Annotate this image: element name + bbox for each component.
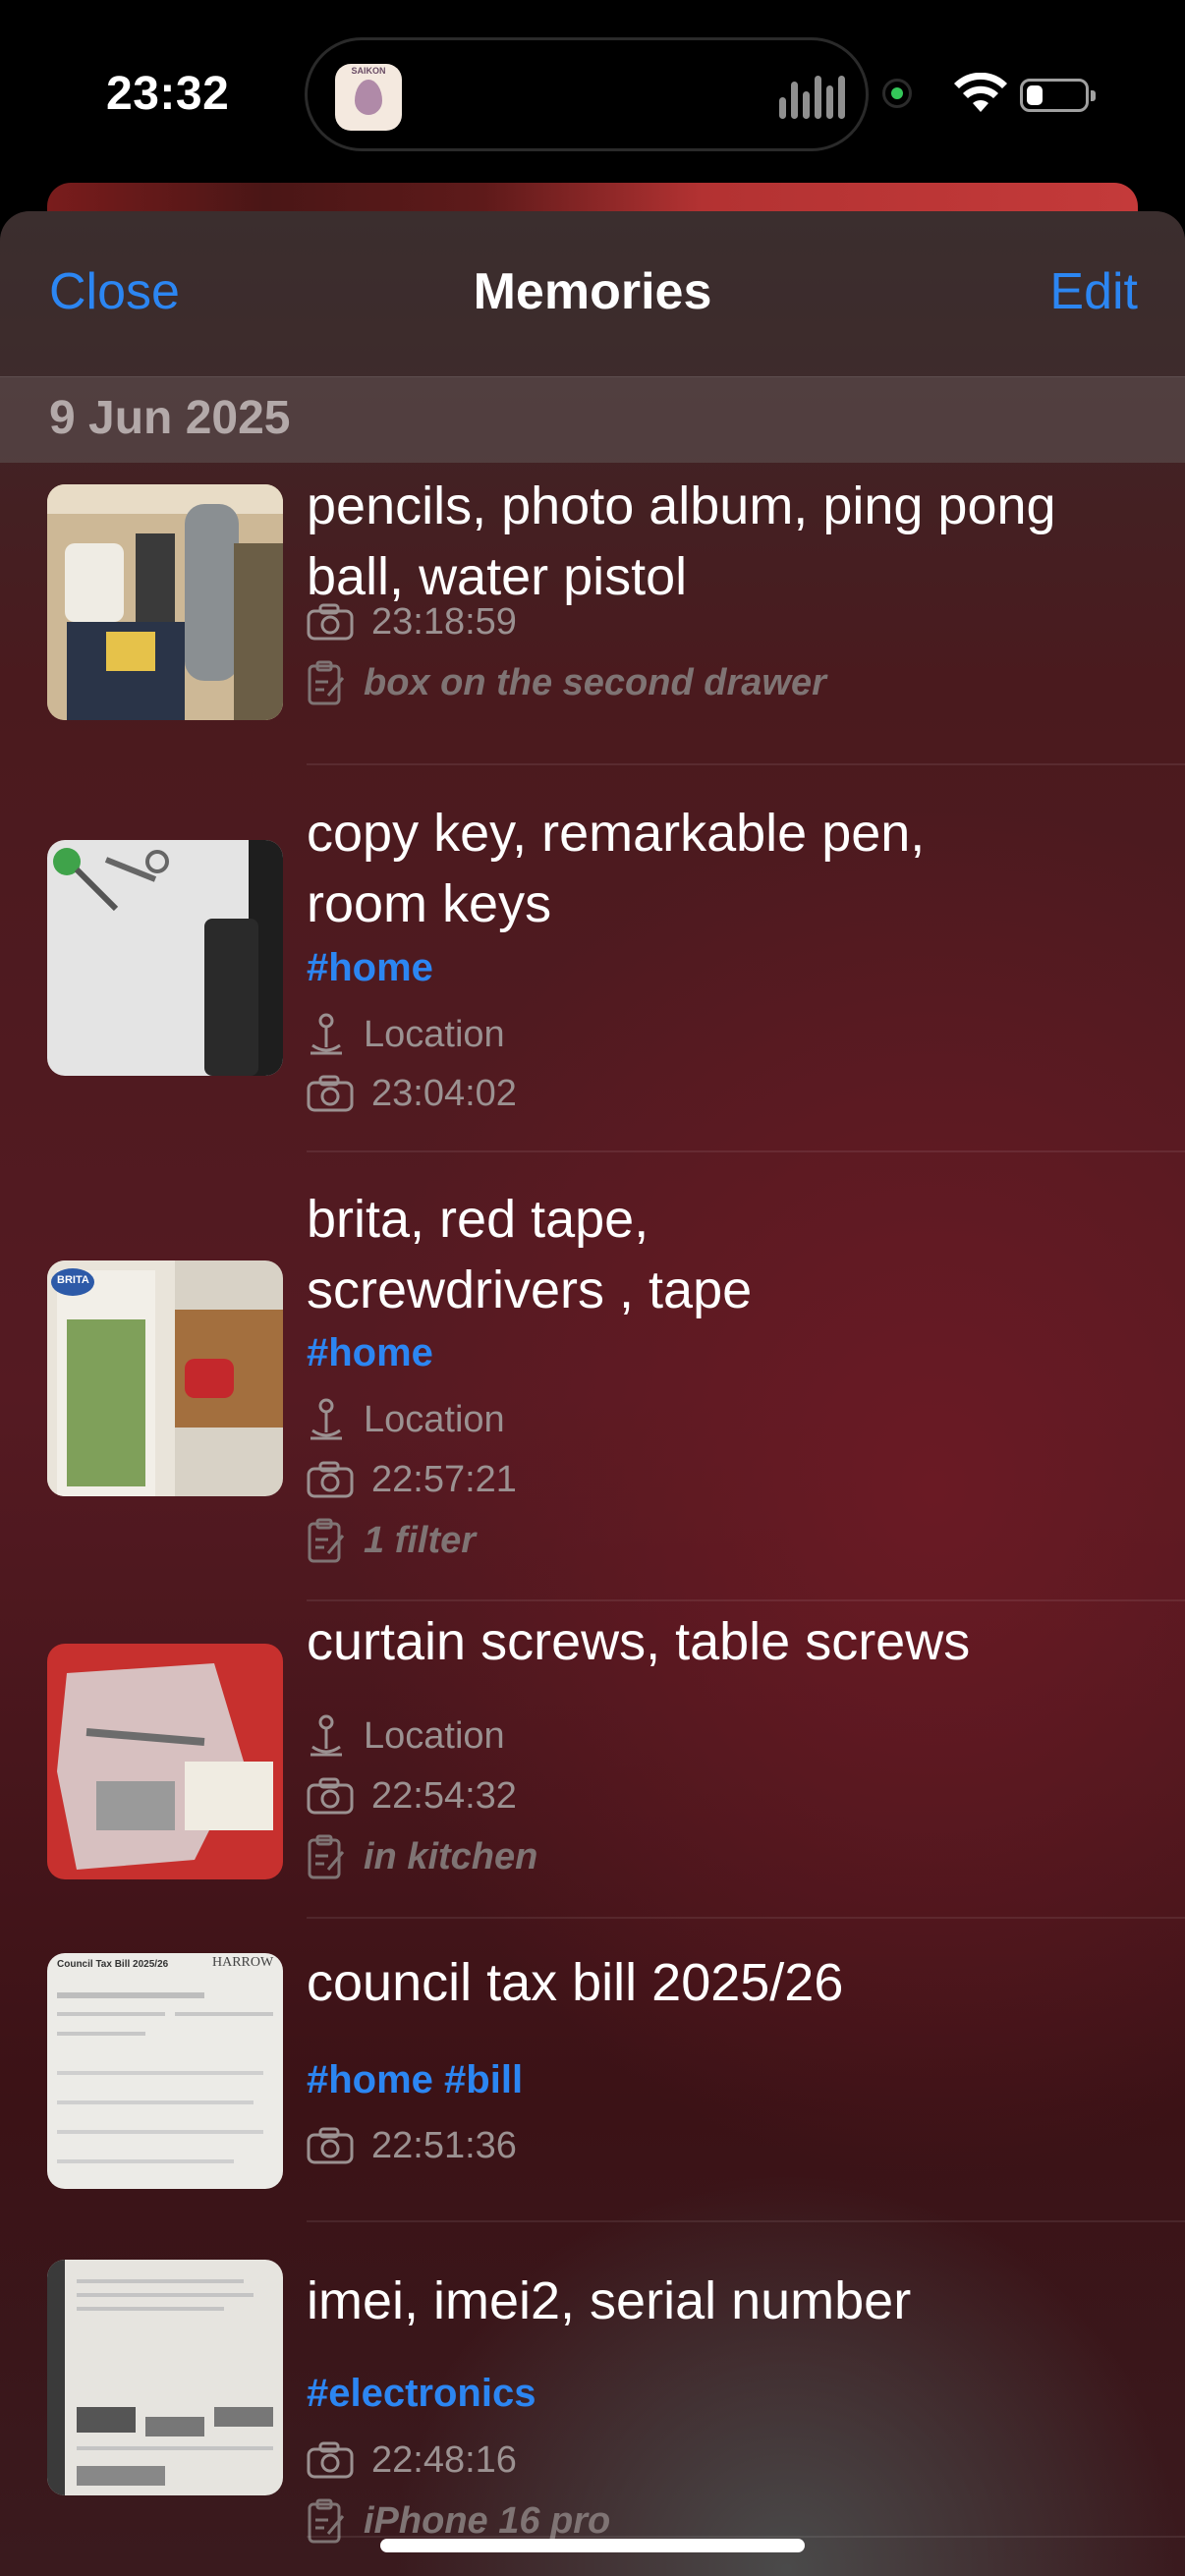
camera-icon xyxy=(307,1461,354,1498)
location-pin-icon xyxy=(310,1398,342,1440)
item-time: 22:51:36 xyxy=(371,2124,517,2166)
item-title: brita, red tape, screwdrivers , tape xyxy=(307,1190,753,1319)
item-location: Location xyxy=(364,1714,505,1757)
divider xyxy=(307,2220,1185,2222)
item-title: pencils, photo album, ping pong ball, wa… xyxy=(307,476,1056,606)
item-time-row: 22:54:32 xyxy=(307,1771,517,1820)
location-pin-icon xyxy=(310,1714,342,1757)
item-thumbnail xyxy=(47,2260,283,2495)
divider xyxy=(307,1599,1185,1601)
item-note: 1 filter xyxy=(364,1519,477,1561)
location-pin-icon xyxy=(310,1013,342,1055)
thumb-doc-title: Council Tax Bill 2025/26 xyxy=(57,1959,169,1970)
status-time: 23:32 xyxy=(106,68,230,120)
note-icon xyxy=(308,660,345,705)
dynamic-island[interactable]: SAIKON xyxy=(305,37,869,151)
section-header: 9 Jun 2025 xyxy=(0,376,1185,463)
item-time-row: 22:51:36 xyxy=(307,2121,517,2170)
nav-bar: Close Memories Edit xyxy=(0,211,1185,376)
item-title: imei, imei2, serial number xyxy=(307,2271,912,2330)
item-title: copy key, remarkable pen, room keys xyxy=(307,804,926,933)
divider xyxy=(307,1917,1185,1919)
item-thumbnail xyxy=(47,840,283,1076)
item-time: 22:54:32 xyxy=(371,1774,517,1817)
waveform-icon xyxy=(779,76,848,119)
thumb-brand-label: BRITA xyxy=(57,1274,89,1286)
wifi-icon xyxy=(954,73,1007,112)
item-time: 23:18:59 xyxy=(371,600,517,643)
item-title: council tax bill 2025/26 xyxy=(307,1953,844,2012)
item-time: 23:04:02 xyxy=(371,1072,517,1114)
item-thumbnail xyxy=(47,484,283,720)
item-thumbnail: Council Tax Bill 2025/26 HARROW xyxy=(47,1953,283,2189)
item-location-row: Location xyxy=(307,1395,505,1444)
item-note-row: box on the second drawer xyxy=(307,658,826,707)
home-indicator[interactable] xyxy=(380,2539,805,2552)
item-tags[interactable]: #home xyxy=(307,1331,433,1375)
item-time: 22:57:21 xyxy=(371,1458,517,1500)
divider xyxy=(307,763,1185,765)
thumb-doc-org: HARROW xyxy=(212,1955,274,1970)
item-location-row: Location xyxy=(307,1010,505,1059)
item-tags[interactable]: #home xyxy=(307,946,433,990)
camera-icon xyxy=(307,2127,354,2164)
divider xyxy=(307,2536,1185,2538)
divider xyxy=(307,1150,1185,1152)
camera-icon xyxy=(307,603,354,641)
camera-in-use-indicator xyxy=(882,79,912,108)
item-location-row: Location xyxy=(307,1711,505,1761)
item-time-row: 23:18:59 xyxy=(307,597,517,646)
screen: 23:32 SAIKON Close Memories Edit 9 Jun 2… xyxy=(0,0,1185,2576)
camera-icon xyxy=(307,1075,354,1112)
item-tags[interactable]: #electronics xyxy=(307,2372,536,2416)
section-date: 9 Jun 2025 xyxy=(49,392,291,444)
app-badge-icon: SAIKON xyxy=(335,64,402,131)
item-time-row: 22:48:16 xyxy=(307,2436,517,2485)
item-location: Location xyxy=(364,1013,505,1055)
item-location: Location xyxy=(364,1398,505,1440)
item-note: in kitchen xyxy=(364,1835,538,1877)
camera-icon xyxy=(307,2441,354,2479)
item-time: 22:48:16 xyxy=(371,2438,517,2481)
item-title: curtain screws, table screws xyxy=(307,1612,971,1671)
page-title: Memories xyxy=(473,263,712,320)
camera-icon xyxy=(307,1777,354,1815)
item-note-row: 1 filter xyxy=(307,1516,476,1565)
note-icon xyxy=(308,1518,345,1563)
edit-button[interactable]: Edit xyxy=(1049,262,1138,321)
battery-icon xyxy=(1020,79,1096,112)
item-note-row: in kitchen xyxy=(307,1832,537,1881)
item-note: box on the second drawer xyxy=(364,661,826,703)
item-time-row: 23:04:02 xyxy=(307,1069,517,1118)
item-thumbnail: BRITA xyxy=(47,1260,283,1496)
item-time-row: 22:57:21 xyxy=(307,1455,517,1504)
memories-sheet: Close Memories Edit 9 Jun 2025 pencils, … xyxy=(0,211,1185,2576)
item-tags[interactable]: #home #bill xyxy=(307,2058,523,2102)
item-thumbnail xyxy=(47,1644,283,1879)
status-bar: 23:32 SAIKON xyxy=(0,0,1185,187)
note-icon xyxy=(308,1834,345,1879)
